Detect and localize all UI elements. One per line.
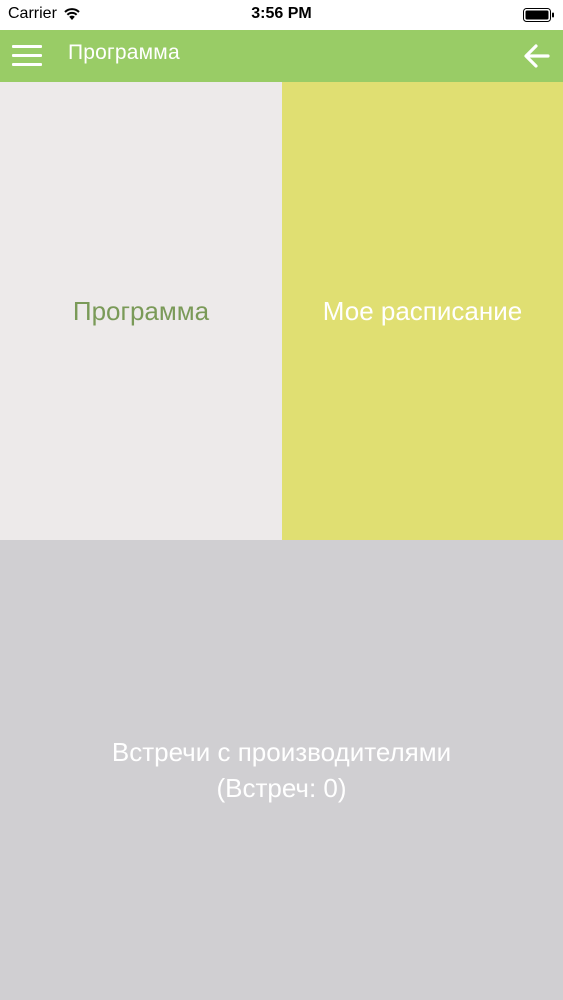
producer-meetings-tile[interactable]: Встречи с производителями (Встреч: 0) xyxy=(0,540,563,1000)
meetings-count-label: (Встреч: 0) xyxy=(216,773,347,803)
my-schedule-tile[interactable]: Мое расписание xyxy=(282,82,563,540)
program-tile-label: Программа xyxy=(72,295,210,326)
producer-meetings-label: Встречи с производителями xyxy=(111,737,452,767)
navigation-bar: Программа xyxy=(0,30,563,82)
program-tile[interactable]: Программа xyxy=(0,82,282,540)
arrow-left-icon[interactable] xyxy=(521,40,553,72)
my-schedule-tile-label: Мое расписание xyxy=(322,295,523,326)
status-bar: Carrier 3:56 PM xyxy=(0,0,563,30)
battery-icon xyxy=(523,8,554,22)
status-time: 3:56 PM xyxy=(251,5,312,22)
hamburger-menu-icon[interactable] xyxy=(10,40,44,72)
page-title: Программа xyxy=(68,41,180,64)
